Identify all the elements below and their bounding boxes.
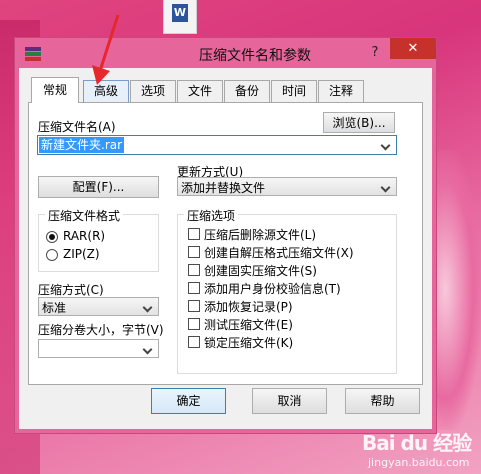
watermark-logo: Bai du 经验 [362,431,472,455]
winrar-icon [25,47,41,61]
update-mode-value: 添加并替换文件 [181,181,266,195]
option-recovery-checkbox[interactable] [188,300,200,312]
help-button[interactable]: 帮助 [345,388,420,414]
dropdown-chevron-icon[interactable] [381,139,393,151]
option-delete-after-checkbox[interactable] [188,228,200,240]
option-lock-label[interactable]: 锁定压缩文件(K) [204,334,293,351]
cancel-button[interactable]: 取消 [252,388,327,414]
dropdown-chevron-icon [381,181,393,193]
archiving-options-group-title: 压缩选项 [184,207,239,224]
option-auth-label[interactable]: 添加用户身份校验信息(T) [204,280,341,297]
option-test-checkbox[interactable] [188,318,200,330]
format-zip-radio[interactable] [46,249,58,261]
option-lock-checkbox[interactable] [188,336,200,348]
option-sfx-label[interactable]: 创建自解压格式压缩文件(X) [204,244,354,261]
compression-method-label: 压缩方式(C) [38,283,104,297]
option-recovery-label[interactable]: 添加恢复记录(P) [204,298,293,315]
tab-comment[interactable]: 注释 [318,80,364,102]
close-icon[interactable]: ✕ [390,38,436,59]
volume-size-input[interactable] [38,339,159,358]
tab-panel-general: 压缩文件名(A) 浏览(B)... 新建文件夹.rar 更新方式(U) 添加并替… [28,102,423,385]
dialog-client-area: 常规 高级 选项 文件 备份 时间 注释 压缩文件名(A) 浏览(B)... 新… [19,68,432,429]
ok-button[interactable]: 确定 [151,388,226,414]
tab-options[interactable]: 选项 [130,80,176,102]
tab-general[interactable]: 常规 [31,77,79,103]
option-sfx-checkbox[interactable] [188,246,200,258]
archive-dialog-window: 压缩文件名和参数 ? ✕ 常规 高级 选项 文件 备份 时间 注释 压缩文件名(… [14,37,437,434]
tab-files[interactable]: 文件 [177,80,223,102]
format-zip-label[interactable]: ZIP(Z) [63,247,100,261]
archive-name-input[interactable]: 新建文件夹.rar [37,135,397,155]
title-bar[interactable]: 压缩文件名和参数 ? ✕ [15,38,436,68]
format-rar-label[interactable]: RAR(R) [63,229,105,243]
dropdown-chevron-icon [143,301,155,313]
help-icon[interactable]: ? [365,43,385,63]
option-delete-after-label[interactable]: 压缩后删除源文件(L) [204,226,316,243]
tab-time[interactable]: 时间 [271,80,317,102]
watermark-site: jingyan.baidu.com [368,456,470,469]
option-solid-checkbox[interactable] [188,264,200,276]
archive-name-value: 新建文件夹.rar [39,137,125,153]
compression-method-select[interactable]: 标准 [38,297,159,316]
annotation-arrow-icon [92,14,120,85]
format-rar-radio[interactable] [46,231,58,243]
archive-format-group-title: 压缩文件格式 [45,207,124,224]
window-title: 压缩文件名和参数 [199,48,311,64]
compression-method-value: 标准 [42,301,67,315]
option-auth-checkbox[interactable] [188,282,200,294]
update-mode-select[interactable]: 添加并替换文件 [177,177,397,196]
option-solid-label[interactable]: 创建固实压缩文件(S) [204,262,317,279]
word-document-icon[interactable]: W [163,0,197,34]
dropdown-chevron-icon[interactable] [143,343,155,355]
archive-name-label: 压缩文件名(A) [38,120,116,134]
option-test-label[interactable]: 测试压缩文件(E) [204,316,293,333]
profiles-button[interactable]: 配置(F)... [38,176,159,198]
baidu-watermark: Bai du 经验 jingyan.baidu.com [360,427,478,472]
browse-button[interactable]: 浏览(B)... [323,112,395,133]
tab-backup[interactable]: 备份 [224,80,270,102]
desktop-background-flower [430,150,481,430]
volume-size-label: 压缩分卷大小，字节(V) [38,323,164,337]
